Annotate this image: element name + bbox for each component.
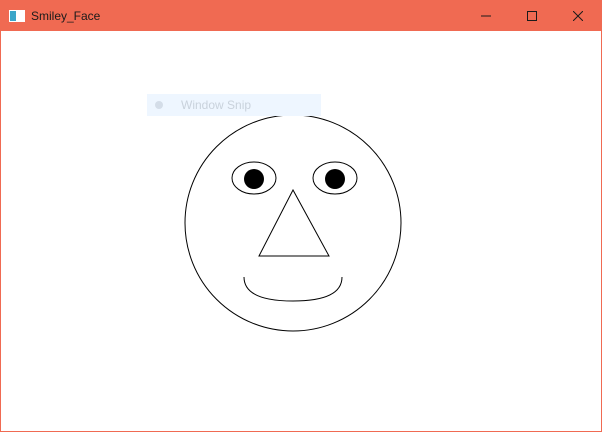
window-title: Smiley_Face [31,9,101,23]
window-controls [463,1,601,31]
face-circle [184,114,402,332]
title-bar[interactable]: Smiley_Face [1,1,601,31]
drawing-canvas [184,114,402,332]
right-eye-pupil [325,169,345,189]
maximize-icon [527,11,537,21]
window-snip-label: Window Snip [181,98,252,112]
nose-triangle [258,188,330,257]
client-area: Window Snip [1,31,601,431]
maximize-button[interactable] [509,1,555,31]
mouth-arc [243,276,343,302]
close-icon [573,11,583,21]
left-eye-pupil [244,169,264,189]
snip-icon [155,101,163,109]
minimize-button[interactable] [463,1,509,31]
minimize-icon [481,15,491,17]
close-button[interactable] [555,1,601,31]
window-snip-overlay[interactable]: Window Snip [147,94,321,116]
app-icon [9,10,25,22]
app-window: Smiley_Face Window Snip [0,0,602,432]
